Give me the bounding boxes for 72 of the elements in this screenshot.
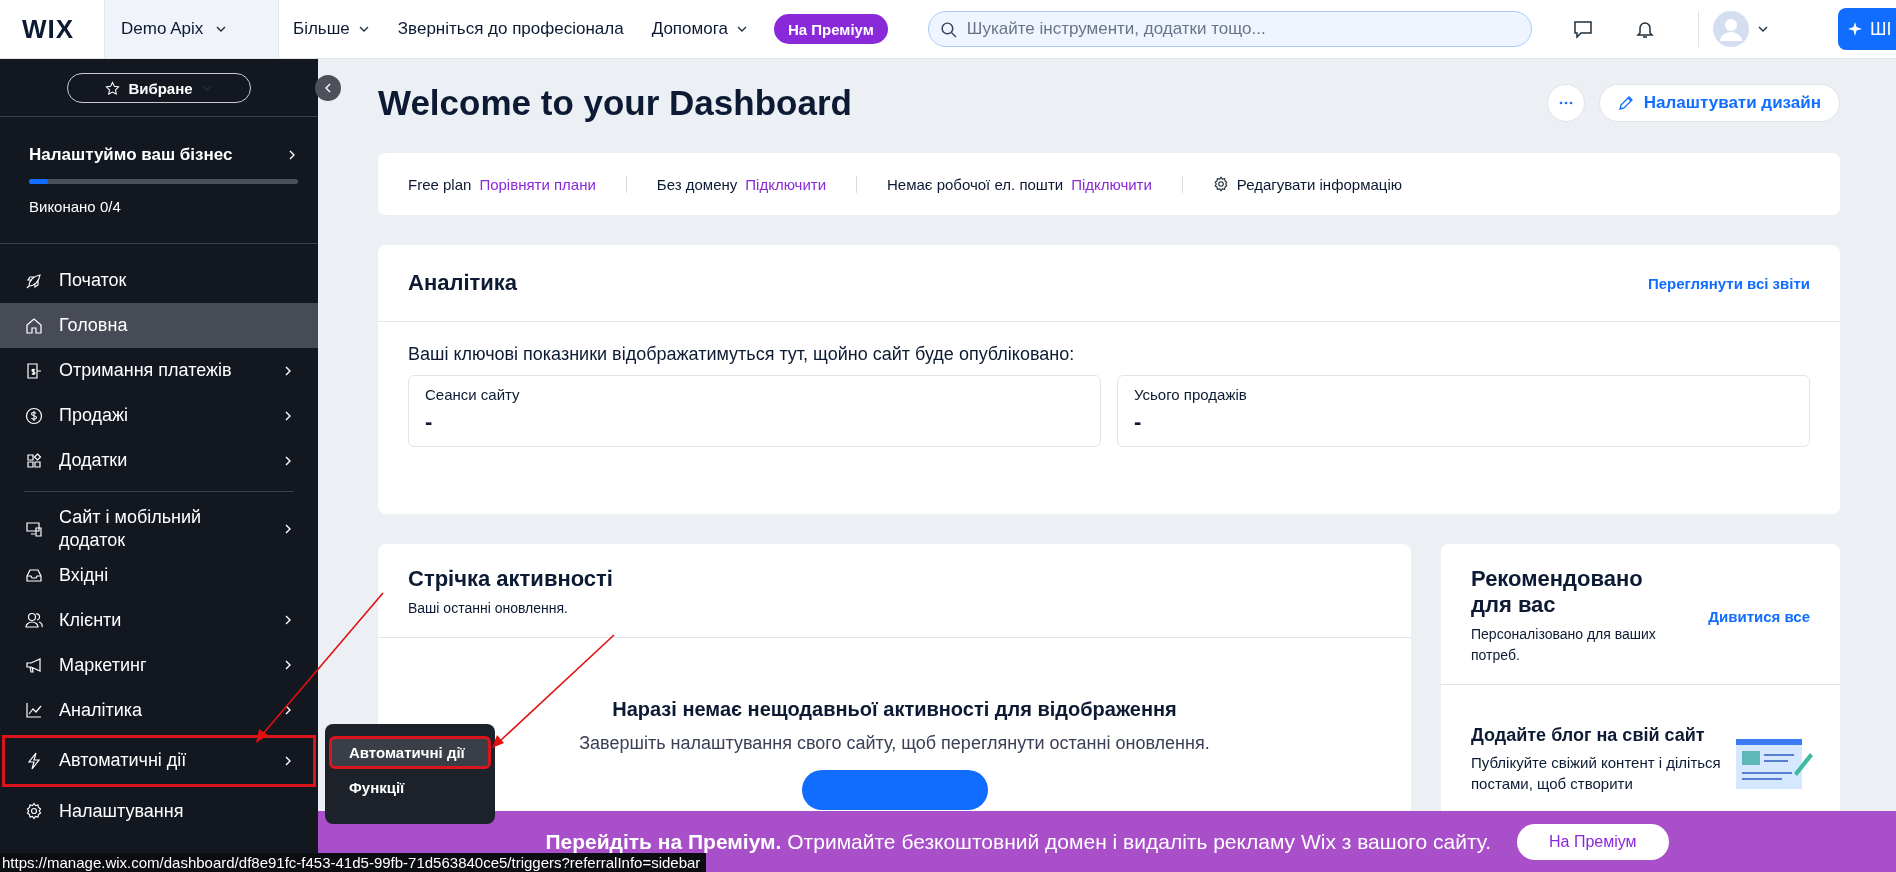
card-title: Стрічка активності xyxy=(408,566,614,592)
info-label: Без домену xyxy=(656,175,738,193)
view-reports-link[interactable]: Переглянути всі звіти xyxy=(1647,274,1810,292)
nav-menu[interactable]: Зверніться до професіонала xyxy=(383,19,638,39)
progress-text: Виконано 0/4 xyxy=(29,198,122,215)
apps-icon xyxy=(25,451,43,470)
analytics-note: Ваші ключові показники відображатимуться тут, щойно сайт буде опубліковано: xyxy=(408,344,1076,365)
settings-icon xyxy=(1212,176,1229,192)
info-label: Free plan xyxy=(408,175,472,193)
metric-label: Усього продажів xyxy=(1134,386,1248,403)
sidebar-item[interactable]: Додатки xyxy=(0,438,318,483)
logo[interactable]: WIX xyxy=(0,13,104,45)
setup-title[interactable]: Налаштуймо ваш бізнес xyxy=(29,145,233,165)
chart-icon xyxy=(25,701,43,720)
sidebar-item[interactable]: Налаштування xyxy=(0,788,318,834)
empty-state-text: Завершіть налаштування свого сайту, щоб переглянути останні оновлення. xyxy=(579,733,1210,754)
banner-text: Перейдіть на Преміум. Отримайте безкоштовний домен і видаліть рекламу Wix з вашого сайту. xyxy=(545,829,1492,854)
star-icon xyxy=(105,80,121,96)
lightning-icon xyxy=(25,751,43,770)
sidebar-item[interactable]: Клієнти xyxy=(0,597,318,643)
suggestion-text: Публікуйте свіжий контент і діліться постами, щоб створити xyxy=(1471,753,1721,794)
dollar-icon xyxy=(25,406,43,425)
info-label: Немає робочої ел. пошти xyxy=(887,175,1064,193)
megaphone-icon xyxy=(25,656,43,675)
search-field[interactable]: Шукайте інструменти, додатки тощо... xyxy=(927,11,1532,47)
sidebar-item[interactable]: Автоматичні дії xyxy=(0,732,318,789)
home-icon xyxy=(25,316,43,335)
sidebar-item[interactable]: Головна xyxy=(0,303,318,348)
sidebar-item[interactable]: Вхідні xyxy=(0,552,318,598)
sidebar-item[interactable]: Маркетинг xyxy=(0,642,318,688)
more-icon xyxy=(1558,101,1573,105)
sidebar-item[interactable]: Аналітика xyxy=(0,687,318,733)
chat-icon[interactable] xyxy=(1571,18,1594,40)
ai-button[interactable]: ШІ xyxy=(1838,8,1896,50)
nav-menu[interactable]: Більше xyxy=(279,19,384,39)
suggestion-title: Додайте блог на свій сайт xyxy=(1471,725,1706,746)
sparkle-icon xyxy=(1848,21,1864,37)
sidebar-item[interactable]: Сайт і мобільний додаток xyxy=(0,506,318,553)
sidebar-item[interactable]: Отримання платежів xyxy=(0,348,318,393)
setup-button[interactable] xyxy=(801,770,988,810)
status-url: https://manage.wix.com/dashboard/df8e91fc-f453-41d5-99fb-71d563840ce5/triggers?referralInfo=sidebar xyxy=(0,853,707,872)
sidebar-item[interactable]: Продажі xyxy=(0,393,318,438)
page-title: Welcome to your Dashboard xyxy=(378,83,853,123)
sidebar-item[interactable]: Початок xyxy=(0,258,318,303)
search-icon xyxy=(939,21,957,38)
card-subtitle: Персоналізовано для ваших потреб. xyxy=(1471,625,1657,665)
see-all-link[interactable]: Дивитися все xyxy=(1708,607,1810,625)
people-icon xyxy=(25,611,43,630)
metric-label: Сеанси сайту xyxy=(425,386,521,403)
premium-button[interactable]: На Преміум xyxy=(773,14,888,44)
nav-menu[interactable]: Допомога xyxy=(637,19,762,39)
upgrade-button[interactable]: На Преміум xyxy=(1517,823,1669,860)
card-title: Рекомендовано для вас xyxy=(1471,566,1644,618)
customize-design-button[interactable]: Налаштувати дизайн xyxy=(1598,84,1840,122)
pencil-icon xyxy=(1617,95,1634,111)
metric-value: - xyxy=(425,409,434,435)
site-selector[interactable]: Demo Apix xyxy=(104,0,279,58)
card-subtitle: Ваші останні оновлення. xyxy=(408,599,569,618)
submenu-item[interactable]: Функції xyxy=(331,773,489,802)
submenu-item[interactable]: Автоматичні дії xyxy=(331,738,489,767)
edit-info-link[interactable]: Редагувати інформацію xyxy=(1212,175,1402,193)
metric-value: - xyxy=(1134,409,1143,435)
info-link[interactable]: Підключити xyxy=(745,175,826,193)
receipt-icon xyxy=(25,361,43,380)
info-link[interactable]: Підключити xyxy=(1071,175,1152,193)
devices-icon xyxy=(25,520,43,539)
card-title: Аналітика xyxy=(408,270,518,296)
empty-state-title: Наразі немає нещодавньої активності для відображення xyxy=(612,698,1177,721)
settings-icon xyxy=(25,802,43,821)
info-link[interactable]: Порівняти плани xyxy=(479,175,596,193)
inbox-icon xyxy=(25,566,43,585)
rocket-icon xyxy=(25,271,43,290)
